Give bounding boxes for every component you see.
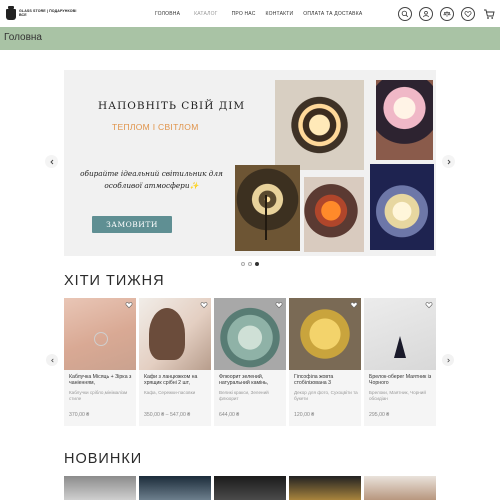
section-title-hits: ХІТИ ТИЖНЯ xyxy=(64,273,165,289)
nav-contacts[interactable]: КОНТАКТИ xyxy=(266,11,294,17)
chevron-left-icon xyxy=(50,358,54,362)
new-product-image[interactable] xyxy=(289,476,361,500)
hero-text-line1: обирайте ідеальний світильник для xyxy=(80,169,223,178)
cart-icon[interactable] xyxy=(482,7,496,21)
header-icons xyxy=(398,7,496,21)
product-card[interactable]: Гіпсофіла жовта стобілізована 3 Декор дл… xyxy=(289,298,361,426)
product-card[interactable]: Флюорит зелений, натуральний камінь, Вел… xyxy=(214,298,286,426)
page-title: Головна xyxy=(4,32,42,43)
chevron-left-icon xyxy=(49,159,53,164)
site-header: GLASS STORE | ПОДАРУНКОВІ ВСЕ ГОЛОВНА КА… xyxy=(0,0,500,27)
product-image[interactable] xyxy=(214,298,286,370)
hero-text-line2: особливої атмосфери✨ xyxy=(104,181,199,190)
new-product-image[interactable] xyxy=(364,476,436,500)
product-name[interactable]: Брелок-оберег Маятник із Чорного xyxy=(369,374,433,387)
hero-text: обирайте ідеальний світильник для особли… xyxy=(74,168,229,192)
hero-next-button[interactable] xyxy=(442,155,455,168)
hero-prev-button[interactable] xyxy=(45,155,58,168)
heart-icon[interactable] xyxy=(275,301,283,309)
hero-subtitle: ТЕПЛОМ І СВІТЛОМ xyxy=(112,122,199,132)
product-category: Каблучки срібло,мінімалізм стиле xyxy=(69,390,128,401)
product-image[interactable] xyxy=(64,298,136,370)
product-image[interactable] xyxy=(289,298,361,370)
search-icon[interactable] xyxy=(398,7,412,21)
order-button[interactable]: ЗАМОВИТИ xyxy=(92,216,172,233)
product-category: Декор для фото, Сухоцвіти та букети xyxy=(294,390,358,401)
hero-lamp-photo-tree xyxy=(235,165,300,251)
new-product-list xyxy=(64,476,436,500)
jar-logo-icon xyxy=(6,6,16,20)
heart-icon[interactable] xyxy=(125,301,133,309)
product-category: Брелоки, Маятник, Чорний обсидіан xyxy=(369,390,426,401)
product-image[interactable] xyxy=(364,298,436,370)
hero-lamp-photo-mirror xyxy=(275,80,364,170)
product-name[interactable]: Кафи з ланцюжком на хрящик срібні 2 шт, xyxy=(144,374,208,387)
new-product-image[interactable] xyxy=(214,476,286,500)
products-prev-button[interactable] xyxy=(46,354,58,366)
page-title-bar: Головна xyxy=(0,27,500,50)
new-product-image[interactable] xyxy=(139,476,211,500)
nav-catalog[interactable]: КАТАЛОГ xyxy=(194,11,217,17)
nav-about[interactable]: ПРО НАС xyxy=(232,11,256,17)
heart-icon[interactable] xyxy=(350,301,358,309)
section-title-new: НОВИНКИ xyxy=(64,451,143,467)
nav-payment-delivery[interactable]: ОПЛАТА ТА ДОСТАВКА xyxy=(303,11,362,17)
product-name[interactable]: Флюорит зелений, натуральний камінь, xyxy=(219,374,283,387)
product-card[interactable]: Каблучка Місяць + Зірка з чаніенням, Каб… xyxy=(64,298,136,426)
scales-icon[interactable] xyxy=(440,7,454,21)
heart-icon[interactable] xyxy=(425,301,433,309)
heart-icon[interactable] xyxy=(200,301,208,309)
product-name[interactable]: Каблучка Місяць + Зірка з чаніенням, xyxy=(69,374,133,387)
product-price: 120,00 ₴ xyxy=(294,412,315,418)
slider-dot-1[interactable] xyxy=(241,262,245,266)
hero-lamp-photo-galaxy xyxy=(370,164,434,250)
hero-lamp-photo-salt xyxy=(304,177,364,252)
logo-text: GLASS STORE | ПОДАРУНКОВІ xyxy=(19,8,77,13)
products-next-button[interactable] xyxy=(442,354,454,366)
product-card[interactable]: Кафи з ланцюжком на хрящик срібні 2 шт, … xyxy=(139,298,211,426)
product-price: 370,00 ₴ xyxy=(69,412,90,418)
new-product-image[interactable] xyxy=(64,476,136,500)
chevron-right-icon xyxy=(447,159,451,164)
hero-title: НАПОВНІТЬ СВІЙ ДІМ xyxy=(98,100,246,112)
product-price: 350,00 ₴ – 547,00 ₴ xyxy=(144,412,191,418)
product-price: 644,00 ₴ xyxy=(219,412,240,418)
product-image[interactable] xyxy=(139,298,211,370)
product-price: 295,00 ₴ xyxy=(369,412,390,418)
user-icon[interactable] xyxy=(419,7,433,21)
heart-icon[interactable] xyxy=(461,7,475,21)
product-name[interactable]: Гіпсофіла жовта стобілізована 3 xyxy=(294,374,358,387)
slider-dot-2[interactable] xyxy=(248,262,252,266)
chevron-right-icon xyxy=(446,358,450,362)
hero-lamp-photo-moon xyxy=(376,80,433,160)
logo[interactable]: GLASS STORE | ПОДАРУНКОВІ ВСЕ xyxy=(6,6,76,20)
product-card[interactable]: Брелок-оберег Маятник із Чорного Брелоки… xyxy=(364,298,436,426)
product-category: Кафа, Сережки-пасовки xyxy=(144,390,196,395)
nav-home[interactable]: ГОЛОВНА xyxy=(155,11,180,17)
main-nav: ГОЛОВНА КАТАЛОГ ПРО НАС КОНТАКТИ ОПЛАТА … xyxy=(155,11,362,17)
slider-dot-3[interactable] xyxy=(255,262,259,266)
slider-dots xyxy=(241,262,259,266)
logo-text-line2: ВСЕ xyxy=(19,13,27,17)
product-list: Каблучка Місяць + Зірка з чаніенням, Каб… xyxy=(64,298,436,426)
product-category: Великі кракси, Зелений флюорит xyxy=(219,390,269,401)
hero-banner: НАПОВНІТЬ СВІЙ ДІМ ТЕПЛОМ І СВІТЛОМ обир… xyxy=(64,70,436,256)
